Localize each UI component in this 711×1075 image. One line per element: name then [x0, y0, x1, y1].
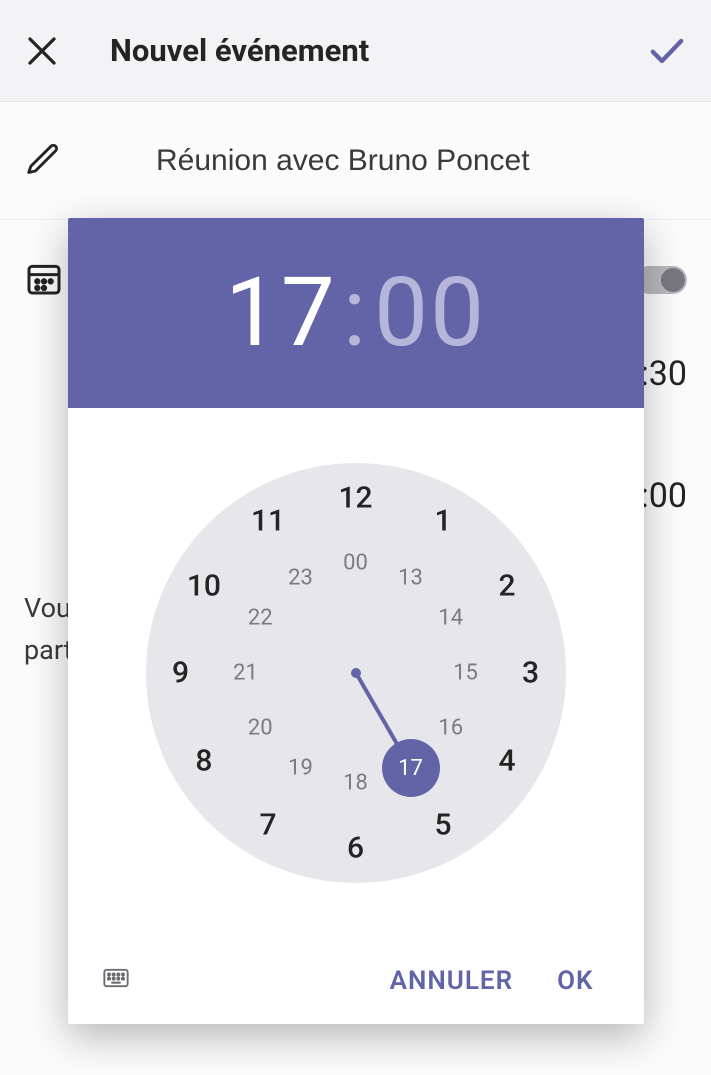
- clock-selected-knob[interactable]: 17: [382, 739, 440, 797]
- clock-hour-14[interactable]: 14: [438, 606, 463, 631]
- clock-face[interactable]: 1212345678910110013141516171819202122231…: [146, 463, 566, 883]
- clock-hour-10[interactable]: 10: [187, 568, 221, 603]
- picker-colon: :: [343, 257, 368, 369]
- clock-hour-6[interactable]: 6: [347, 831, 364, 866]
- clock-hour-16[interactable]: 16: [438, 716, 463, 741]
- picker-minute[interactable]: 00: [374, 257, 486, 369]
- clock-hour-12[interactable]: 12: [338, 481, 372, 516]
- dialog-scrim: 17 : 00 12123456789101100131415161718192…: [0, 0, 711, 1075]
- clock-hour-9[interactable]: 9: [172, 656, 189, 691]
- clock-hour-3[interactable]: 3: [522, 656, 539, 691]
- clock-hour-20[interactable]: 20: [248, 716, 273, 741]
- clock-hour-4[interactable]: 4: [499, 743, 516, 778]
- keyboard-icon[interactable]: [96, 964, 136, 999]
- picker-hour[interactable]: 17: [225, 257, 337, 369]
- clock-hour-5[interactable]: 5: [434, 807, 451, 842]
- clock-hour-19[interactable]: 19: [288, 756, 313, 781]
- time-picker-dialog: 17 : 00 12123456789101100131415161718192…: [68, 218, 644, 1024]
- time-picker-header: 17 : 00: [68, 218, 644, 408]
- clock-hour-2[interactable]: 2: [499, 568, 516, 603]
- clock-hour-1[interactable]: 1: [434, 504, 451, 539]
- clock-hour-23[interactable]: 23: [288, 565, 313, 590]
- clock-hour-8[interactable]: 8: [195, 743, 212, 778]
- ok-button[interactable]: OK: [535, 954, 615, 1008]
- clock-hour-00[interactable]: 00: [343, 551, 368, 576]
- clock-hour-21[interactable]: 21: [233, 661, 258, 686]
- clock-hour-15[interactable]: 15: [453, 661, 478, 686]
- clock-hour-18[interactable]: 18: [343, 771, 368, 796]
- clock-hour-11[interactable]: 11: [251, 504, 285, 539]
- clock-hour-13[interactable]: 13: [398, 565, 423, 590]
- clock-hour-22[interactable]: 22: [248, 606, 273, 631]
- dialog-actions: ANNULER OK: [68, 938, 644, 1024]
- cancel-button[interactable]: ANNULER: [368, 954, 535, 1008]
- clock-face-container: 1212345678910110013141516171819202122231…: [68, 408, 644, 938]
- clock-hour-7[interactable]: 7: [259, 807, 276, 842]
